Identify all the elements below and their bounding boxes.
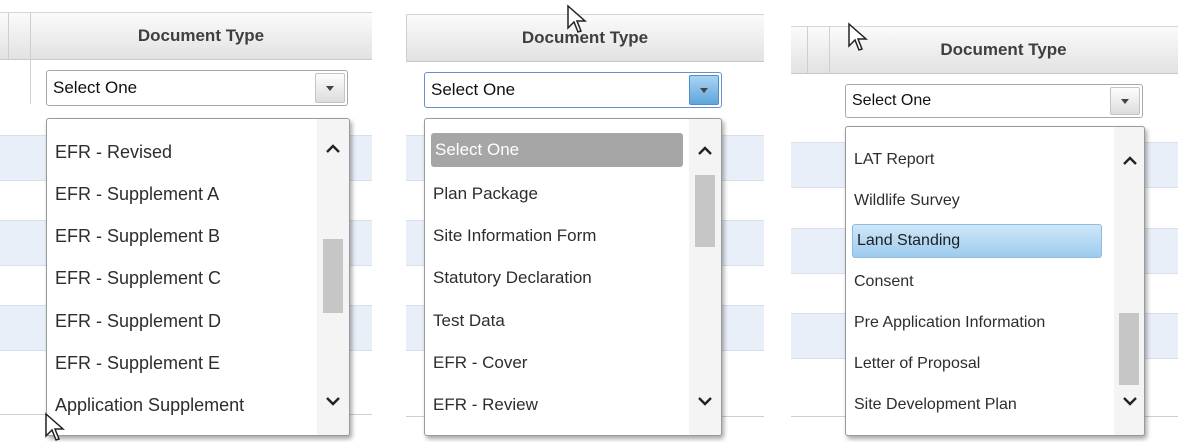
list-item[interactable]: Site Information Form (433, 219, 596, 253)
list-item[interactable]: Wildlife Survey (854, 184, 960, 218)
list-item[interactable]: Site Development Plan (854, 388, 1017, 422)
document-type-select[interactable]: Select One (46, 70, 348, 106)
column-header-label: Document Type (137, 26, 265, 45)
dropdown-button[interactable] (315, 73, 345, 103)
select-value: Select One (852, 92, 932, 109)
list-item[interactable]: EFR - Cover (433, 346, 527, 380)
mouse-cursor-icon (45, 412, 65, 441)
list-item[interactable]: EFR - Supplement B (55, 219, 220, 253)
list-item[interactable]: EFR - Supplement D (55, 304, 221, 338)
dropdown-button[interactable] (1110, 87, 1140, 115)
column-header[interactable]: Document Type (0, 12, 372, 60)
list-item[interactable]: Application Supplement (55, 388, 244, 422)
caret-down-icon (326, 85, 334, 91)
column-divider (30, 58, 31, 104)
document-type-panel-3: Document Type Select One LAT Report Wild… (791, 0, 1178, 442)
select-value: Select One (53, 78, 138, 97)
list-item[interactable]: Plan Package (433, 177, 538, 211)
list-item[interactable]: Statutory Declaration (433, 261, 592, 295)
scrollbar-thumb[interactable] (695, 175, 715, 247)
chevron-up-icon[interactable] (1122, 153, 1138, 169)
list-item[interactable]: Test Data (433, 304, 505, 338)
caret-down-icon (700, 87, 708, 93)
dropdown-button[interactable] (689, 75, 719, 105)
list-item[interactable]: Consent (854, 265, 914, 299)
scrollbar-thumb[interactable] (323, 239, 343, 313)
chevron-up-icon[interactable] (325, 141, 341, 157)
mouse-cursor-icon (848, 22, 868, 51)
list-item[interactable]: EFR - Review (433, 388, 538, 422)
column-header-label: Document Type (940, 40, 1067, 59)
document-type-select[interactable]: Select One (845, 84, 1143, 118)
select-value: Select One (431, 80, 516, 99)
chevron-down-icon[interactable] (1122, 393, 1138, 409)
list-item[interactable]: EFR - Supplement E (55, 346, 220, 380)
list-item[interactable]: EFR - Supplement C (55, 261, 221, 295)
chevron-down-icon[interactable] (325, 393, 341, 409)
scrollbar[interactable] (1114, 127, 1144, 435)
list-item[interactable]: Letter of Proposal (854, 347, 980, 381)
column-divider (8, 13, 9, 59)
scrollbar[interactable] (317, 119, 349, 435)
chevron-down-icon[interactable] (697, 393, 713, 409)
document-type-panel-2: Document Type Select One Select One Plan… (406, 0, 764, 442)
document-type-select[interactable]: Select One (424, 72, 722, 108)
caret-down-icon (1121, 98, 1129, 104)
mouse-cursor-icon (567, 4, 587, 33)
list-item[interactable]: EFR - Revised (55, 135, 172, 169)
dropdown-list[interactable]: LAT Report Wildlife Survey Land Standing… (845, 126, 1145, 436)
list-item-selected[interactable]: Select One (431, 133, 683, 167)
chevron-up-icon[interactable] (697, 143, 713, 159)
document-type-panel-1: Document Type Select One EFR - Revised E… (0, 0, 372, 442)
column-divider (807, 27, 808, 73)
scrollbar-thumb[interactable] (1119, 313, 1139, 385)
dropdown-list[interactable]: Select One Plan Package Site Information… (424, 118, 722, 436)
list-item-highlighted[interactable]: Land Standing (852, 224, 1102, 258)
scrollbar[interactable] (689, 119, 721, 435)
dropdown-list[interactable]: EFR - Revised EFR - Supplement A EFR - S… (46, 118, 350, 436)
list-item[interactable]: EFR - Supplement A (55, 177, 219, 211)
list-item[interactable]: LAT Report (854, 143, 934, 177)
list-item[interactable]: Pre Application Information (854, 306, 1045, 340)
